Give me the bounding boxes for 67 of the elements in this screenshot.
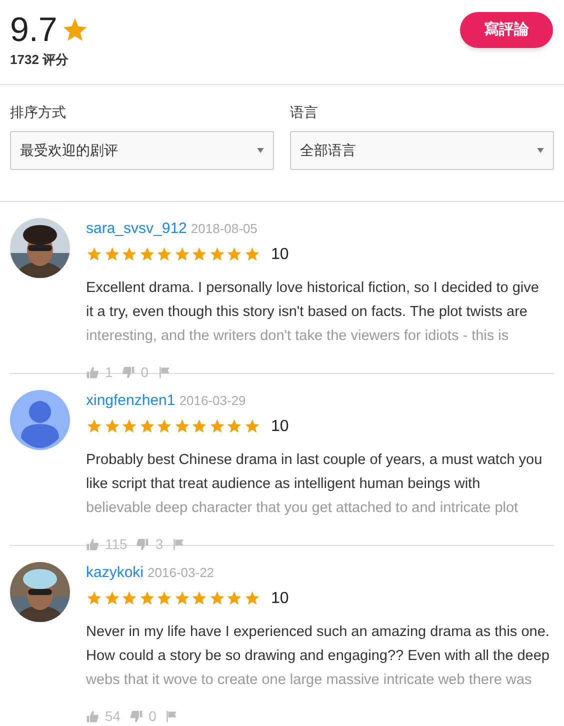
star-icon <box>138 246 155 263</box>
username-link[interactable]: xingfenzhen1 <box>86 390 176 412</box>
dropdown[interactable]: 最受欢迎的剧评 <box>10 131 274 170</box>
star-icon <box>121 590 138 607</box>
star-icon <box>174 246 190 263</box>
flag-icon[interactable] <box>165 710 178 722</box>
dislike-count: 0 <box>140 362 149 382</box>
review-score: 10 <box>271 588 289 608</box>
star-icon <box>104 590 120 607</box>
star-icon <box>208 246 225 263</box>
rating-count: 1732 评分 <box>10 51 70 69</box>
star-icon <box>156 418 172 435</box>
username-link[interactable]: kazykoki <box>86 562 144 584</box>
star-icon <box>156 246 172 263</box>
review-score: 10 <box>271 244 289 264</box>
like-count: 54 <box>105 706 121 726</box>
star-icon <box>208 418 225 435</box>
star-icon <box>191 418 208 435</box>
star-icon <box>174 418 190 435</box>
star-icon <box>191 590 208 607</box>
review-date: 2016-03-22 <box>148 564 214 582</box>
thumbs-up-icon[interactable] <box>86 710 99 722</box>
review-score: 10 <box>271 416 289 436</box>
filter-label: 语言 <box>290 103 319 122</box>
dropdown[interactable]: 全部语言 <box>290 131 554 170</box>
star-icon <box>138 418 155 435</box>
star-icon <box>86 246 102 263</box>
caret-icon <box>257 148 264 153</box>
rating-score: 9.7 <box>10 10 58 50</box>
star-icon <box>121 246 138 263</box>
star-icon <box>226 246 242 263</box>
review-text: Never in my life have I experienced such an amazing drama as this one. How could a story be so drawing and engaging?? Even with all the deep webs that it wove to create one large massive intricate web there was <box>86 622 550 690</box>
star-icon <box>138 590 155 607</box>
star-icon <box>86 418 102 435</box>
flag-icon[interactable] <box>158 366 171 378</box>
write-review-button[interactable]: 寫評論 <box>460 12 553 48</box>
caret-icon <box>537 148 544 153</box>
review-date: 2018-08-05 <box>190 220 258 238</box>
star-icon <box>156 590 172 607</box>
thumbs-down-icon[interactable] <box>130 710 143 722</box>
star-icon <box>244 246 260 263</box>
star-icon <box>244 418 260 435</box>
dislike-count: 0 <box>148 706 156 726</box>
filter-label: 排序方式 <box>10 103 67 122</box>
star-icon <box>104 246 120 263</box>
review-text: Probably best Chinese drama in last couple of years, a must watch you like script that treat audience as intelligent human beings with believable deep character that you get attached to and intricate plot <box>86 450 542 518</box>
star-icon <box>86 590 102 607</box>
star-icon <box>208 590 225 607</box>
star-icon <box>121 418 138 435</box>
star-icon <box>244 590 260 607</box>
review-date: 2016-03-29 <box>179 392 246 410</box>
like-count: 115 <box>105 534 128 554</box>
star-icon <box>104 418 120 435</box>
star-icon <box>226 418 242 435</box>
flag-icon[interactable] <box>172 538 186 550</box>
thumbs-down-icon[interactable] <box>136 538 150 550</box>
star-icon <box>174 590 190 607</box>
thumbs-up-icon[interactable] <box>86 538 99 550</box>
thumbs-up-icon[interactable] <box>86 366 99 378</box>
thumbs-down-icon[interactable] <box>122 366 135 378</box>
dislike-count: 3 <box>155 534 164 554</box>
review-text: Excellent drama. I personally love historical fiction, so I decided to give it a try, even though this story isn't based on facts. The plot twists are interesting, and the writers don't take the viewers for idiots - this is <box>86 278 539 346</box>
star-icon <box>226 590 242 607</box>
username-link[interactable]: sara_svsv_912 <box>86 218 187 240</box>
star-icon <box>191 246 208 263</box>
like-count: 1 <box>105 362 113 382</box>
default-avatar-icon <box>10 390 70 450</box>
